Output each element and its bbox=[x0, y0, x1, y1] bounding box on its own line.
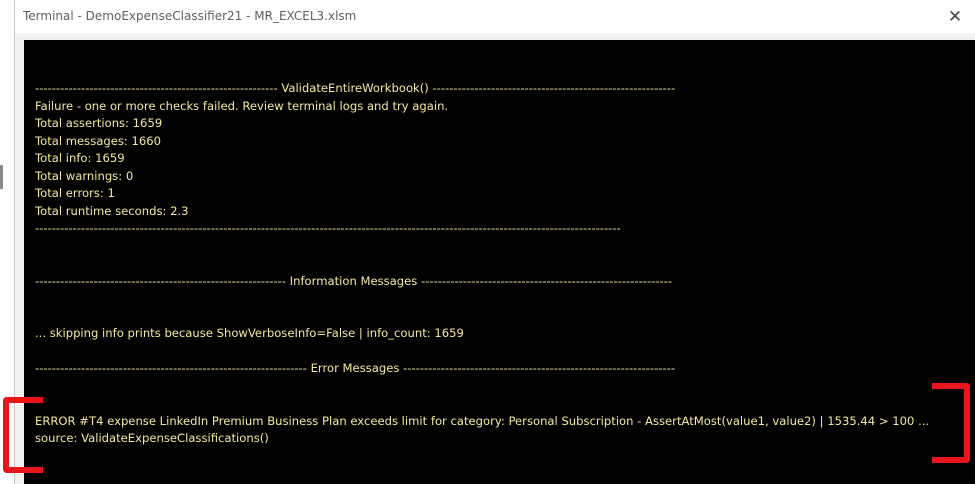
terminal-window: Terminal - DemoExpenseClassifier21 - MR_… bbox=[14, 0, 975, 484]
close-button[interactable]: ✕ bbox=[934, 0, 975, 33]
annotation-bracket-left bbox=[3, 397, 43, 473]
terminal-text: ----------------------------------------… bbox=[35, 80, 970, 448]
error-header: ----------------------------------------… bbox=[35, 361, 676, 375]
error-line: ERROR #T4 expense LinkedIn Premium Busin… bbox=[35, 413, 930, 428]
background-window-edge bbox=[0, 165, 3, 189]
total-messages: Total messages: 1660 bbox=[35, 133, 162, 148]
validate-footer: ----------------------------------------… bbox=[35, 221, 621, 235]
error-source: source: ValidateExpenseClassifications() bbox=[35, 431, 269, 445]
total-assertions: Total assertions: 1659 bbox=[35, 116, 163, 130]
window-title: Terminal - DemoExpenseClassifier21 - MR_… bbox=[23, 9, 357, 23]
total-warnings: Total warnings: 0 bbox=[35, 168, 134, 183]
failure-line: Failure - one or more checks failed. Rev… bbox=[35, 98, 449, 113]
annotation-bracket-right bbox=[932, 383, 970, 463]
info-header: ----------------------------------------… bbox=[35, 273, 673, 288]
info-skip-line: ... skipping info prints because ShowVer… bbox=[35, 326, 464, 340]
total-info: Total info: 1659 bbox=[35, 151, 125, 165]
close-icon: ✕ bbox=[947, 6, 963, 27]
terminal-output[interactable]: ----------------------------------------… bbox=[24, 40, 975, 484]
title-bar[interactable]: Terminal - DemoExpenseClassifier21 - MR_… bbox=[15, 0, 975, 33]
total-runtime: Total runtime seconds: 2.3 bbox=[35, 203, 189, 218]
validate-header: ----------------------------------------… bbox=[35, 81, 676, 95]
total-errors: Total errors: 1 bbox=[35, 186, 115, 200]
